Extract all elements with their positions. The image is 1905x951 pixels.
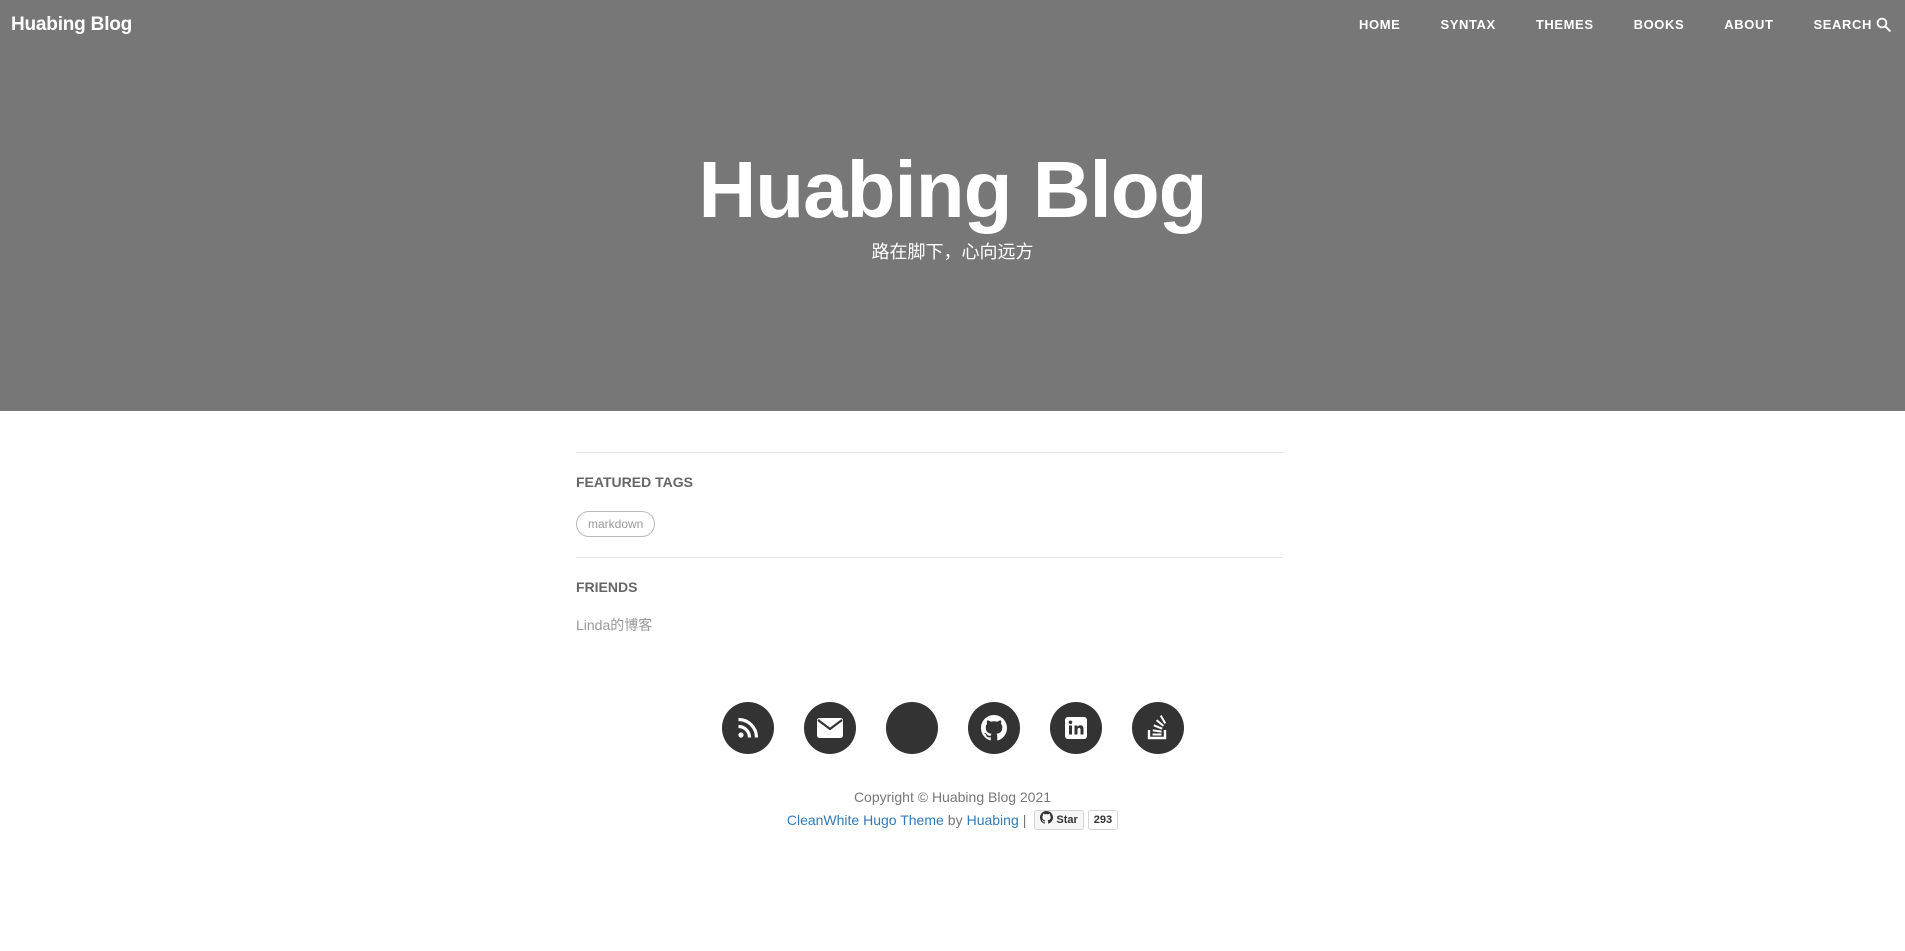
friends-section: FRIENDS Linda的博客 xyxy=(576,557,1283,635)
rss-icon xyxy=(736,716,760,740)
nav-item-about[interactable]: ABOUT xyxy=(1724,17,1773,32)
star-count[interactable]: 293 xyxy=(1087,810,1119,830)
by-text: by xyxy=(947,812,963,828)
nav-item-books[interactable]: BOOKS xyxy=(1634,17,1685,32)
search-icon xyxy=(1876,17,1891,32)
main-content: FEATURED TAGS markdown FRIENDS Linda的博客 xyxy=(576,452,1283,635)
site-subtitle: 路在脚下，心向远方 xyxy=(871,242,1034,262)
blank-social-link[interactable] xyxy=(885,702,938,754)
friends-heading: FRIENDS xyxy=(576,579,638,595)
search-label: SEARCH xyxy=(1813,17,1872,32)
nav-item-syntax[interactable]: SYNTAX xyxy=(1440,17,1495,32)
navbar: Huabing Blog HOME SYNTAX THEMES BOOKS AB… xyxy=(0,0,1905,50)
social-links xyxy=(0,702,1905,754)
nav-item-search[interactable]: SEARCH xyxy=(1814,17,1892,32)
hero-header: Huabing Blog HOME SYNTAX THEMES BOOKS AB… xyxy=(0,0,1905,411)
rss-link[interactable] xyxy=(721,702,774,754)
nav-menu: HOME SYNTAX THEMES BOOKS ABOUT SEARCH xyxy=(1359,17,1891,32)
github-small-icon xyxy=(1040,810,1056,830)
envelope-icon xyxy=(816,717,844,739)
github-star-button[interactable]: Star xyxy=(1034,810,1084,830)
nav-item-themes[interactable]: THEMES xyxy=(1536,17,1594,32)
nav-item-home[interactable]: HOME xyxy=(1359,17,1400,32)
github-link[interactable] xyxy=(967,702,1020,754)
theme-link[interactable]: CleanWhite Hugo Theme xyxy=(787,811,944,829)
brand-link[interactable]: Huabing Blog xyxy=(11,14,132,36)
featured-tags-heading: FEATURED TAGS xyxy=(576,474,693,490)
footer-credits: CleanWhite Hugo Theme by Huabing | Star … xyxy=(0,810,1905,830)
github-icon xyxy=(980,715,1007,741)
footer-separator: | xyxy=(1022,812,1027,828)
friend-link[interactable]: Linda的博客 xyxy=(576,616,652,634)
tag-markdown[interactable]: markdown xyxy=(576,511,656,537)
email-link[interactable] xyxy=(803,702,856,754)
tag-list: markdown xyxy=(576,511,1283,557)
author-link[interactable]: Huabing xyxy=(967,811,1019,829)
stackoverflow-icon xyxy=(1146,715,1170,741)
copyright-text: Copyright © Huabing Blog 2021 xyxy=(853,789,1052,805)
linkedin-icon xyxy=(1064,716,1088,740)
site-title: Huabing Blog xyxy=(698,145,1208,234)
stackoverflow-link[interactable] xyxy=(1131,702,1184,754)
featured-tags-section: FEATURED TAGS markdown xyxy=(576,452,1283,557)
linkedin-link[interactable] xyxy=(1049,702,1102,754)
star-label: Star xyxy=(1056,814,1078,826)
